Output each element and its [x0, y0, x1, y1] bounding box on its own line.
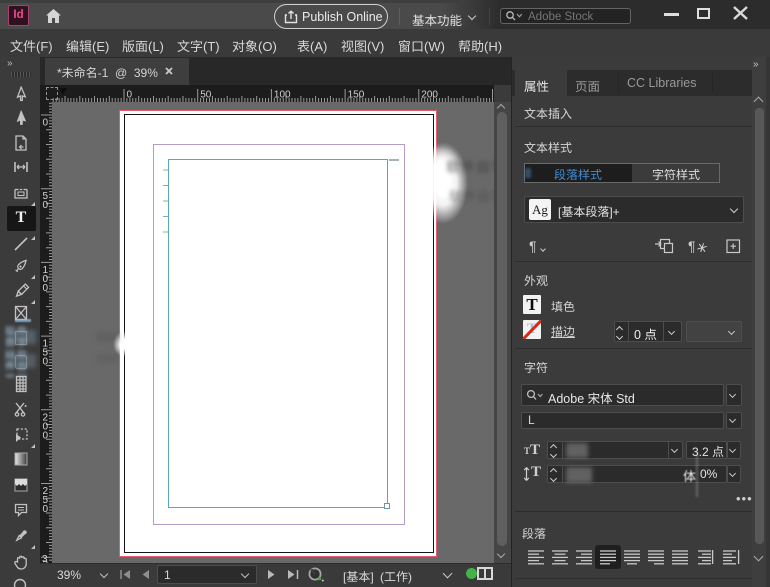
svg-text:3: 3: [42, 554, 48, 563]
svg-text:0: 0: [127, 90, 133, 101]
svg-text:50: 50: [200, 90, 212, 101]
svg-text:150: 150: [348, 90, 365, 101]
svg-text:0: 0: [43, 430, 49, 441]
svg-text:0: 0: [43, 283, 49, 294]
svg-text:0: 0: [43, 118, 49, 129]
svg-text:0: 0: [43, 357, 49, 368]
svg-text:100: 100: [274, 90, 291, 101]
svg-text:200: 200: [421, 90, 438, 101]
svg-text:0: 0: [43, 504, 49, 515]
svg-text:0: 0: [43, 200, 49, 211]
